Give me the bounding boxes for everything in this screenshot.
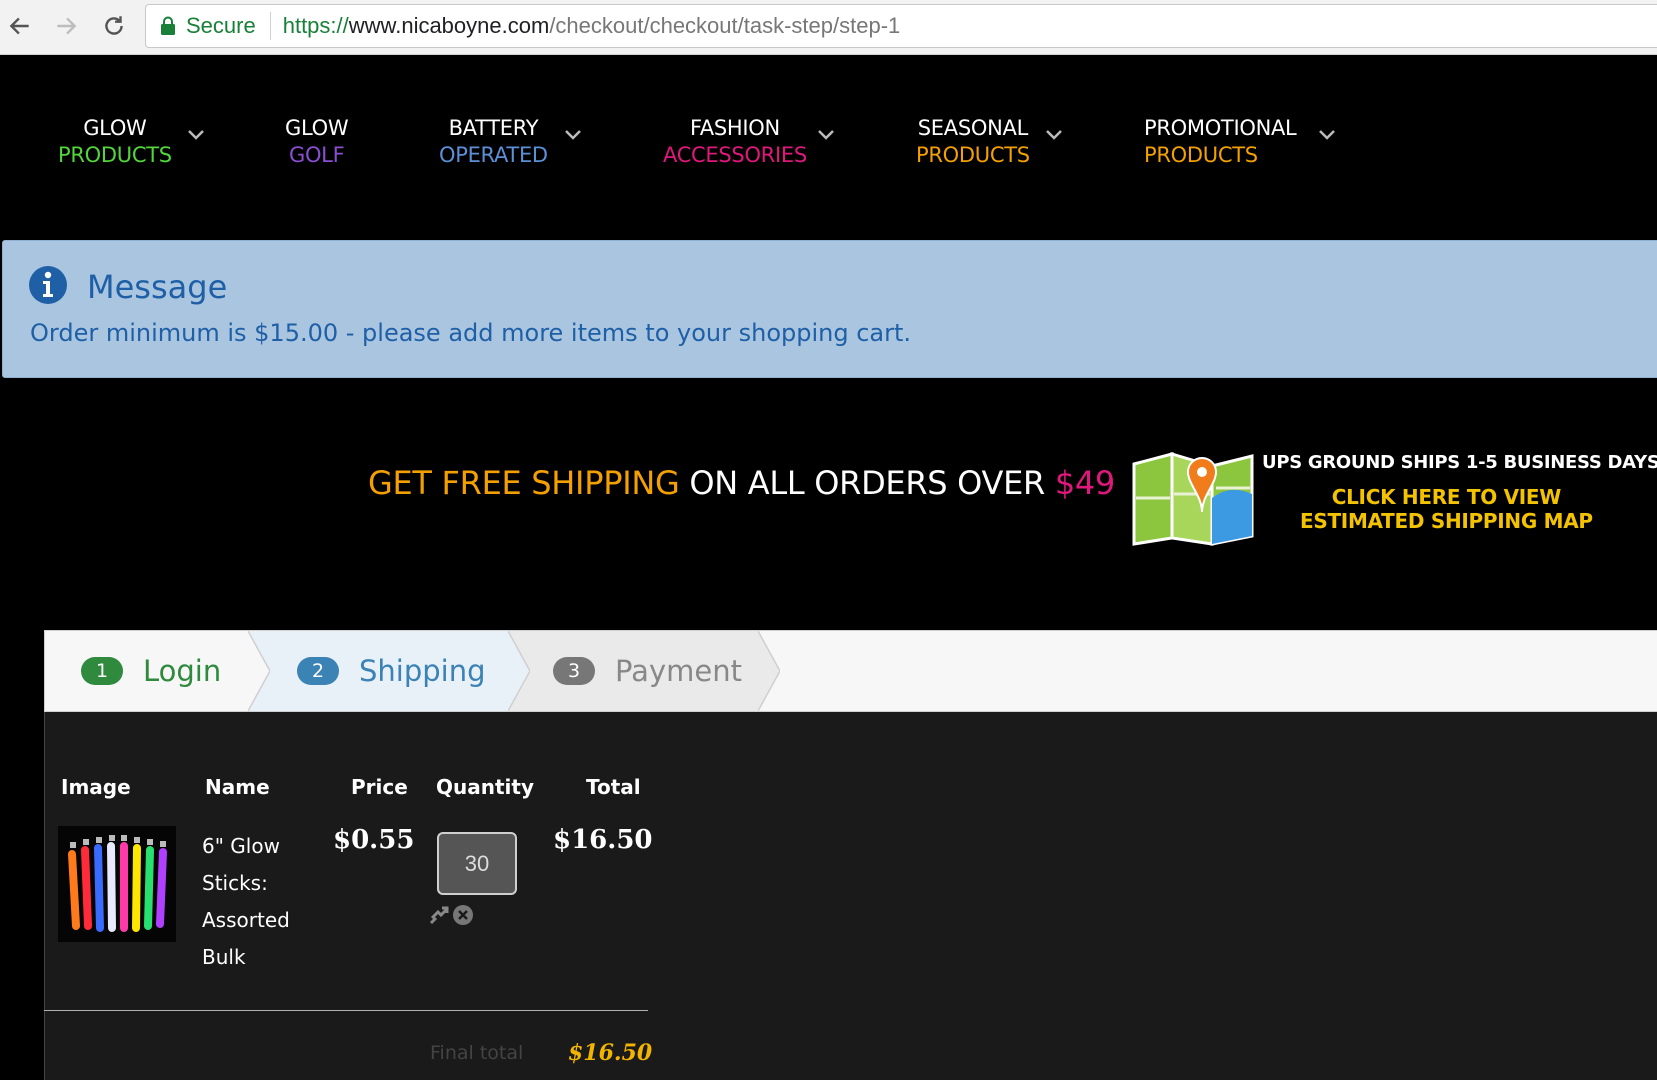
reload-button[interactable] — [96, 8, 132, 44]
step-shipping[interactable]: 2 Shipping — [297, 631, 486, 711]
nav-line2: PRODUCTS — [916, 143, 1030, 167]
product-thumbnail[interactable] — [58, 826, 176, 942]
header-quantity: Quantity — [436, 775, 534, 799]
url-path: /checkout/checkout/task-step/step-1 — [549, 13, 901, 38]
nav-line2: ACCESSORIES — [663, 143, 807, 167]
shipping-map-icon[interactable] — [1128, 428, 1258, 546]
free-shipping-banner: GET FREE SHIPPING ON ALL ORDERS OVER $49 — [368, 464, 1115, 502]
address-separator — [269, 12, 271, 40]
message-text: Order minimum is $15.00 - please add mor… — [30, 319, 912, 347]
header-image: Image — [61, 775, 131, 799]
checkout-steps: 1 Login 2 Shipping 3 Payment — [44, 630, 1657, 712]
shipping-map-link-line1: CLICK HERE TO VIEW — [1331, 485, 1562, 509]
cart-divider — [44, 1010, 648, 1011]
nav-seasonal-products[interactable]: SEASONAL PRODUCTS — [916, 115, 1030, 169]
chevron-down-icon[interactable] — [187, 129, 205, 141]
lock-icon — [160, 16, 176, 36]
step-number: 2 — [297, 657, 339, 685]
step-divider — [248, 631, 270, 711]
chevron-down-icon[interactable] — [817, 129, 835, 141]
nav-glow-products[interactable]: GLOW PRODUCTS — [58, 115, 172, 169]
nav-fashion-accessories[interactable]: FASHION ACCESSORIES — [663, 115, 807, 169]
step-number: 3 — [553, 657, 595, 685]
shipping-map-link-line2: ESTIMATED SHIPPING MAP — [1300, 509, 1593, 533]
reload-icon — [105, 16, 123, 35]
nav-line2: OPERATED — [439, 143, 548, 167]
back-button[interactable] — [2, 8, 38, 44]
header-total: Total — [586, 775, 641, 799]
chevron-down-icon[interactable] — [564, 129, 582, 141]
nav-line1: GLOW — [285, 116, 349, 140]
step-login[interactable]: 1 Login — [81, 631, 221, 711]
message-box: Message Order minimum is $15.00 - please… — [2, 240, 1657, 378]
header-name: Name — [205, 775, 270, 799]
nav-line1: SEASONAL — [917, 116, 1029, 140]
step-payment[interactable]: 3 Payment — [553, 631, 742, 711]
nav-line1: BATTERY — [448, 116, 539, 140]
url-scheme: https:// — [282, 13, 349, 38]
nav-line1: GLOW — [83, 116, 147, 140]
threshold-amount: $49 — [1054, 464, 1115, 502]
message-title: Message — [87, 268, 228, 306]
arrow-right-icon — [57, 17, 77, 35]
nav-line2: GOLF — [288, 143, 345, 167]
nav-line2: PRODUCTS — [58, 143, 172, 167]
step-label: Payment — [615, 654, 742, 688]
nav-battery-operated[interactable]: BATTERY OPERATED — [439, 115, 548, 169]
step-divider — [508, 631, 530, 711]
nav-promotional-products[interactable]: PROMOTIONAL PRODUCTS — [1144, 115, 1297, 169]
secure-label: Secure — [186, 13, 256, 38]
final-total-label: Final total — [430, 1042, 524, 1064]
update-quantity-icon[interactable] — [428, 904, 450, 926]
quantity-input[interactable] — [437, 832, 517, 895]
chevron-down-icon[interactable] — [1045, 129, 1063, 141]
final-total-value: $16.50 — [568, 1040, 653, 1066]
info-icon — [29, 266, 67, 304]
nav-line1: PROMOTIONAL — [1144, 116, 1297, 140]
orders-over-text: ON ALL ORDERS OVER — [679, 464, 1055, 502]
nav-line2: PRODUCTS — [1144, 143, 1258, 167]
step-label: Shipping — [359, 654, 486, 688]
header-price: Price — [351, 775, 408, 799]
step-label: Login — [143, 654, 222, 688]
product-price: $0.55 — [333, 825, 415, 855]
step-divider — [758, 631, 780, 711]
step-number: 1 — [81, 657, 123, 685]
arrow-left-icon — [9, 17, 29, 35]
nav-line1: FASHION — [689, 116, 780, 140]
chevron-down-icon[interactable] — [1318, 129, 1336, 141]
shipping-map-link[interactable]: CLICK HERE TO VIEW ESTIMATED SHIPPING MA… — [1300, 485, 1593, 533]
free-shipping-text: GET FREE SHIPPING — [368, 464, 680, 502]
line-total: $16.50 — [553, 825, 653, 855]
url-host: www.nicaboyne.com — [348, 13, 550, 38]
browser-toolbar: Secure https:// www.nicaboyne.com /check… — [0, 0, 1657, 55]
ups-ground-text: UPS GROUND SHIPS 1-5 BUSINESS DAYS — [1262, 452, 1657, 473]
address-bar[interactable]: Secure https:// www.nicaboyne.com /check… — [145, 4, 1657, 48]
product-name[interactable]: 6" Glow Sticks: Assorted Bulk — [202, 828, 312, 976]
forward-button[interactable] — [48, 8, 84, 44]
nav-glow-golf[interactable]: GLOW GOLF — [285, 115, 349, 169]
remove-item-icon[interactable] — [452, 904, 474, 926]
